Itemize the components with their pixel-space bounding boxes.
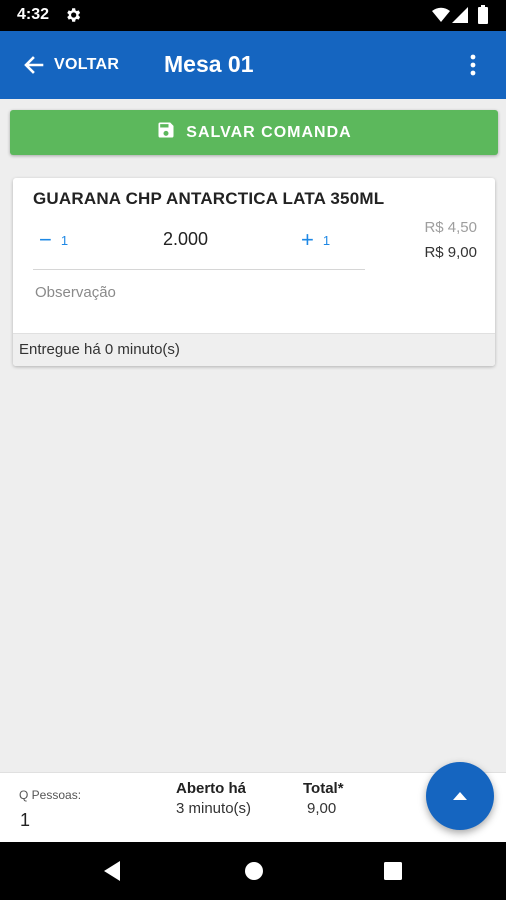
- decrement-step: 1: [60, 232, 69, 248]
- nav-home-icon[interactable]: [244, 861, 264, 886]
- order-item-card: GUARANA CHP ANTARCTICA LATA 350ML − 1 2.…: [13, 178, 495, 366]
- minus-icon: −: [39, 227, 52, 252]
- back-button[interactable]: VOLTAR: [22, 51, 119, 79]
- people-label: Q Pessoas:: [19, 788, 82, 802]
- expand-fab[interactable]: [426, 762, 494, 830]
- observation-field[interactable]: [33, 280, 365, 304]
- people-value[interactable]: 1: [20, 810, 30, 831]
- increment-button[interactable]: + 1: [301, 228, 341, 252]
- more-vertical-icon[interactable]: [462, 51, 484, 79]
- gear-icon: [64, 6, 82, 24]
- total-label: Total*: [303, 780, 344, 797]
- item-total-price: R$ 9,00: [424, 244, 477, 261]
- plus-icon: +: [301, 227, 314, 252]
- nav-recents-icon[interactable]: [384, 862, 402, 885]
- item-status: Entregue há 0 minuto(s): [19, 341, 180, 358]
- back-label: VOLTAR: [54, 56, 120, 73]
- app-bar: VOLTAR Mesa 01: [0, 31, 506, 99]
- opened-label: Aberto há: [176, 780, 247, 797]
- caret-up-icon: [453, 787, 467, 805]
- wifi-icon: [432, 7, 450, 28]
- arrow-left-icon: [22, 53, 46, 77]
- item-status-bar: Entregue há 0 minuto(s): [13, 333, 495, 366]
- quantity-stepper: − 1 2.000 + 1: [33, 226, 365, 254]
- status-bar: 4:32: [0, 0, 506, 31]
- unit-price: R$ 4,50: [424, 219, 477, 236]
- battery-icon: [478, 5, 488, 29]
- increment-step: 1: [322, 232, 331, 248]
- save-order-label: SALVAR COMANDA: [186, 123, 352, 141]
- page-title: Mesa 01: [164, 51, 254, 77]
- save-order-button[interactable]: SALVAR COMANDA: [10, 110, 498, 155]
- navigation-bar: [0, 842, 506, 900]
- nav-back-icon[interactable]: [102, 860, 122, 887]
- product-name: GUARANA CHP ANTARCTICA LATA 350ML: [33, 189, 385, 208]
- total-value: 9,00: [307, 800, 337, 817]
- decrement-button[interactable]: − 1: [39, 228, 79, 252]
- status-time: 4:32: [17, 6, 50, 23]
- signal-icon: [452, 7, 468, 28]
- opened-value: 3 minuto(s): [176, 800, 252, 817]
- floppy-disk-icon: [156, 120, 186, 145]
- divider: [33, 269, 365, 270]
- quantity-value: 2.000: [163, 229, 209, 249]
